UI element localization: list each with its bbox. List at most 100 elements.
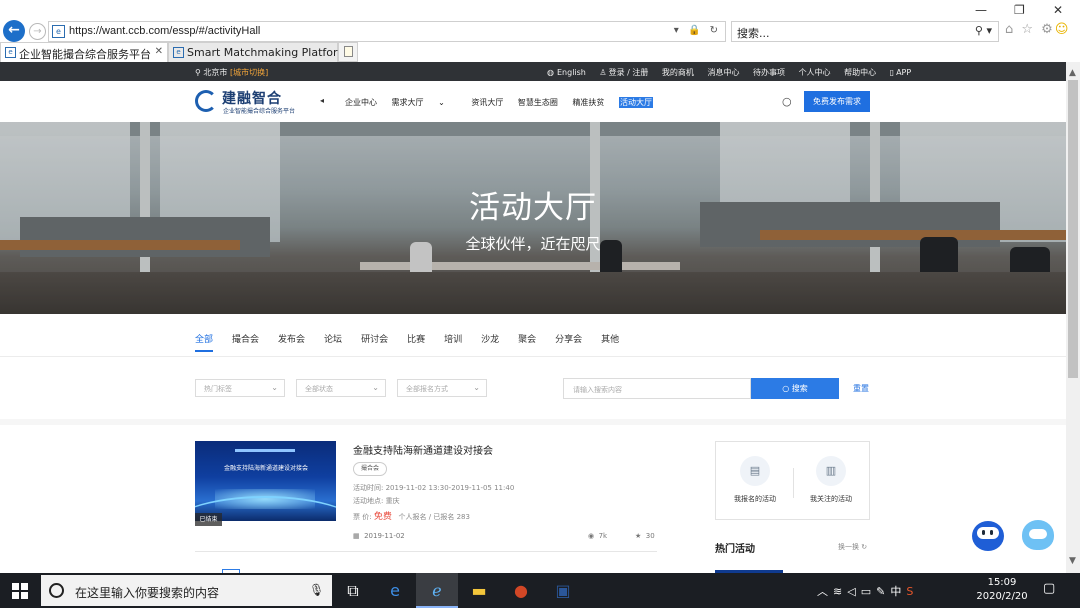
topbar-english[interactable]: English	[557, 68, 586, 77]
activity-stars[interactable]: ★ 30	[635, 532, 655, 540]
nav-enterprise-center[interactable]: 企业中心	[345, 98, 377, 107]
taskbar-search-box[interactable]: 在这里输入你要搜索的内容 🎙	[41, 575, 332, 606]
cortana-icon	[49, 583, 64, 598]
nav-caret-left-icon[interactable]: ◂	[320, 96, 324, 105]
phone-icon: ▯	[889, 68, 895, 77]
windows-start-icon[interactable]	[12, 583, 28, 599]
search-icon: ○	[782, 384, 790, 393]
browser-search-box[interactable]: 搜索... ⚲ ▾	[731, 21, 999, 42]
tab-seminar[interactable]: 研讨会	[361, 332, 388, 350]
nav-news-hall[interactable]: 资讯大厅	[471, 98, 503, 107]
publish-demand-button[interactable]: 免费发布需求	[804, 91, 870, 112]
status-select[interactable]: 全部状态 ⌄	[296, 379, 386, 397]
task-view-icon[interactable]: ⧉	[332, 573, 374, 608]
keyword-search-button[interactable]: ○ 搜索	[751, 378, 839, 399]
topbar-personal-center[interactable]: 个人中心	[799, 68, 831, 77]
page-scrollbar[interactable]: ▲ ▼	[1066, 62, 1080, 573]
battery-icon[interactable]: ▭	[861, 585, 876, 598]
my-followed-activities[interactable]: ▥ 我关注的活动	[796, 456, 866, 504]
scroll-down-icon[interactable]: ▼	[1069, 556, 1076, 566]
scroll-up-icon[interactable]: ▲	[1069, 68, 1076, 78]
tab-forum[interactable]: 论坛	[324, 332, 342, 350]
tray-overflow-icon[interactable]: ︿	[817, 585, 833, 598]
maximize-button[interactable]: ❐	[1014, 3, 1025, 17]
minimize-button[interactable]: —	[975, 3, 987, 17]
topbar-login[interactable]: 登录 / 注册	[609, 68, 649, 77]
smiley-feedback-icon[interactable]: ☺	[1055, 22, 1071, 37]
pen-icon[interactable]: ✎	[876, 585, 890, 598]
tab-matchmaking[interactable]: 撮合会	[232, 332, 259, 350]
signup-doc-icon: ▤	[740, 456, 770, 486]
signup-method-select[interactable]: 全部报名方式 ⌄	[397, 379, 487, 397]
system-tray[interactable]: ︿≋◁▭✎中S	[817, 583, 918, 599]
nav-poverty-alleviation[interactable]: 精准扶贫	[572, 98, 604, 107]
microphone-icon[interactable]: 🎙	[309, 583, 324, 597]
my-signed-activities[interactable]: ▤ 我报名的活动	[720, 456, 790, 504]
forward-button[interactable]: →	[29, 23, 46, 40]
tab-launch[interactable]: 发布会	[278, 332, 305, 350]
topbar-my-opportunities[interactable]: 我的商机	[662, 68, 694, 77]
topbar-todos[interactable]: 待办事项	[753, 68, 785, 77]
nav-demand-hall[interactable]: 需求大厅 ⌄	[392, 98, 457, 107]
tab-other[interactable]: 其他	[601, 332, 619, 350]
browser-toolbar-icons[interactable]: ⌂ ☆ ⚙☺	[1005, 22, 1070, 37]
tab-training[interactable]: 培训	[444, 332, 462, 350]
reset-link[interactable]: 重置	[853, 383, 869, 394]
address-url[interactable]: https://want.ccb.com/essp/#/activityHall	[69, 25, 260, 37]
tab-all[interactable]: 全部	[195, 332, 214, 352]
time-label: 活动时间:	[353, 484, 384, 492]
topbar-app[interactable]: APP	[896, 68, 911, 77]
tab-label: 企业智能撮合综合服务平台	[19, 48, 151, 61]
activity-title[interactable]: 金融支持陆海新通道建设对接会	[353, 442, 493, 457]
topbar-help[interactable]: 帮助中心	[844, 68, 876, 77]
category-tabs: 全部 撮合会 发布会 论坛 研讨会 比赛 培训 沙龙 聚会 分享会 其他	[195, 332, 638, 352]
tab-close-icon[interactable]: ✕	[155, 46, 163, 57]
new-tab-button[interactable]	[338, 42, 358, 62]
nav-activity-hall[interactable]: 活动大厅	[618, 97, 653, 108]
logo-icon[interactable]	[195, 90, 217, 112]
tab-salon[interactable]: 沙龙	[481, 332, 499, 350]
city-selector[interactable]: ⚲ 北京市 [城市切换]	[195, 67, 268, 78]
tab-gathering[interactable]: 聚会	[518, 332, 536, 350]
browser-tab-strip: e 企业智能撮合综合服务平台 ✕ e Smart Matchmaking Pla…	[0, 42, 1080, 62]
search-icon[interactable]: ⚲ ▾	[975, 24, 992, 37]
tab-contest[interactable]: 比赛	[407, 332, 425, 350]
back-button[interactable]: ←	[3, 20, 25, 42]
hot-activities-title: 热门活动	[715, 544, 755, 555]
internet-explorer-icon[interactable]: ℯ	[416, 573, 458, 608]
tab-enterprise-platform[interactable]: e 企业智能撮合综合服务平台 ✕	[0, 42, 168, 62]
hot-tags-select[interactable]: 热门标签 ⌄	[195, 379, 285, 397]
address-bar[interactable]: e https://want.ccb.com/essp/#/activityHa…	[48, 21, 726, 42]
close-window-button[interactable]: ✕	[1053, 3, 1063, 17]
refresh-hot-link[interactable]: 换一换 ↻	[838, 542, 867, 552]
logo-title[interactable]: 建融智合	[222, 88, 282, 108]
chat-assistant-icon[interactable]	[1022, 520, 1054, 550]
taskbar-clock[interactable]: 15:09 2020/2/20	[976, 576, 1028, 604]
scrollbar-thumb[interactable]	[1068, 80, 1078, 378]
robot-assistant-icon[interactable]	[972, 521, 1004, 551]
tab-smart-matchmaking[interactable]: e Smart Matchmaking Platform	[168, 42, 348, 62]
file-explorer-icon[interactable]: ▬	[458, 573, 500, 608]
sogou-input-icon[interactable]: S	[906, 585, 918, 598]
tab-sharing[interactable]: 分享会	[555, 332, 582, 350]
nav-eco-circle[interactable]: 智慧生态圈	[518, 98, 558, 107]
address-tools-icon[interactable]: ▾ 🔒 ↻	[674, 25, 721, 36]
volume-icon[interactable]: ◁	[847, 585, 860, 598]
home-star-gear-icons[interactable]: ⌂ ☆ ⚙	[1005, 22, 1055, 37]
powerpoint-icon[interactable]: ●	[500, 573, 542, 608]
wifi-icon[interactable]: ≋	[833, 585, 847, 598]
calendar-icon: ▦	[353, 532, 360, 540]
tab-favicon-icon: e	[5, 47, 16, 58]
notification-center-icon[interactable]: ▢	[1043, 581, 1055, 596]
keyword-search-input[interactable]: 请输入搜索内容	[563, 378, 751, 399]
ime-indicator[interactable]: 中	[890, 585, 906, 598]
word-icon[interactable]: ▣	[542, 573, 584, 608]
edge-browser-icon[interactable]: e	[374, 573, 416, 608]
header-search-icon[interactable]: ○	[782, 95, 792, 108]
activity-time: 活动时间: 2019-11-02 13:30-2019-11-05 11:40	[353, 483, 514, 493]
my-signed-label: 我报名的活动	[734, 495, 776, 503]
topbar-messages[interactable]: 消息中心	[707, 68, 739, 77]
city-switch-link[interactable]: [城市切换]	[230, 68, 268, 77]
activity-thumbnail[interactable]: 金融支持陆海新通道建设对接会	[195, 441, 336, 521]
main-nav: 企业中心 需求大厅 ⌄ 资讯大厅 智慧生态圈 精准扶贫 活动大厅	[345, 97, 665, 108]
